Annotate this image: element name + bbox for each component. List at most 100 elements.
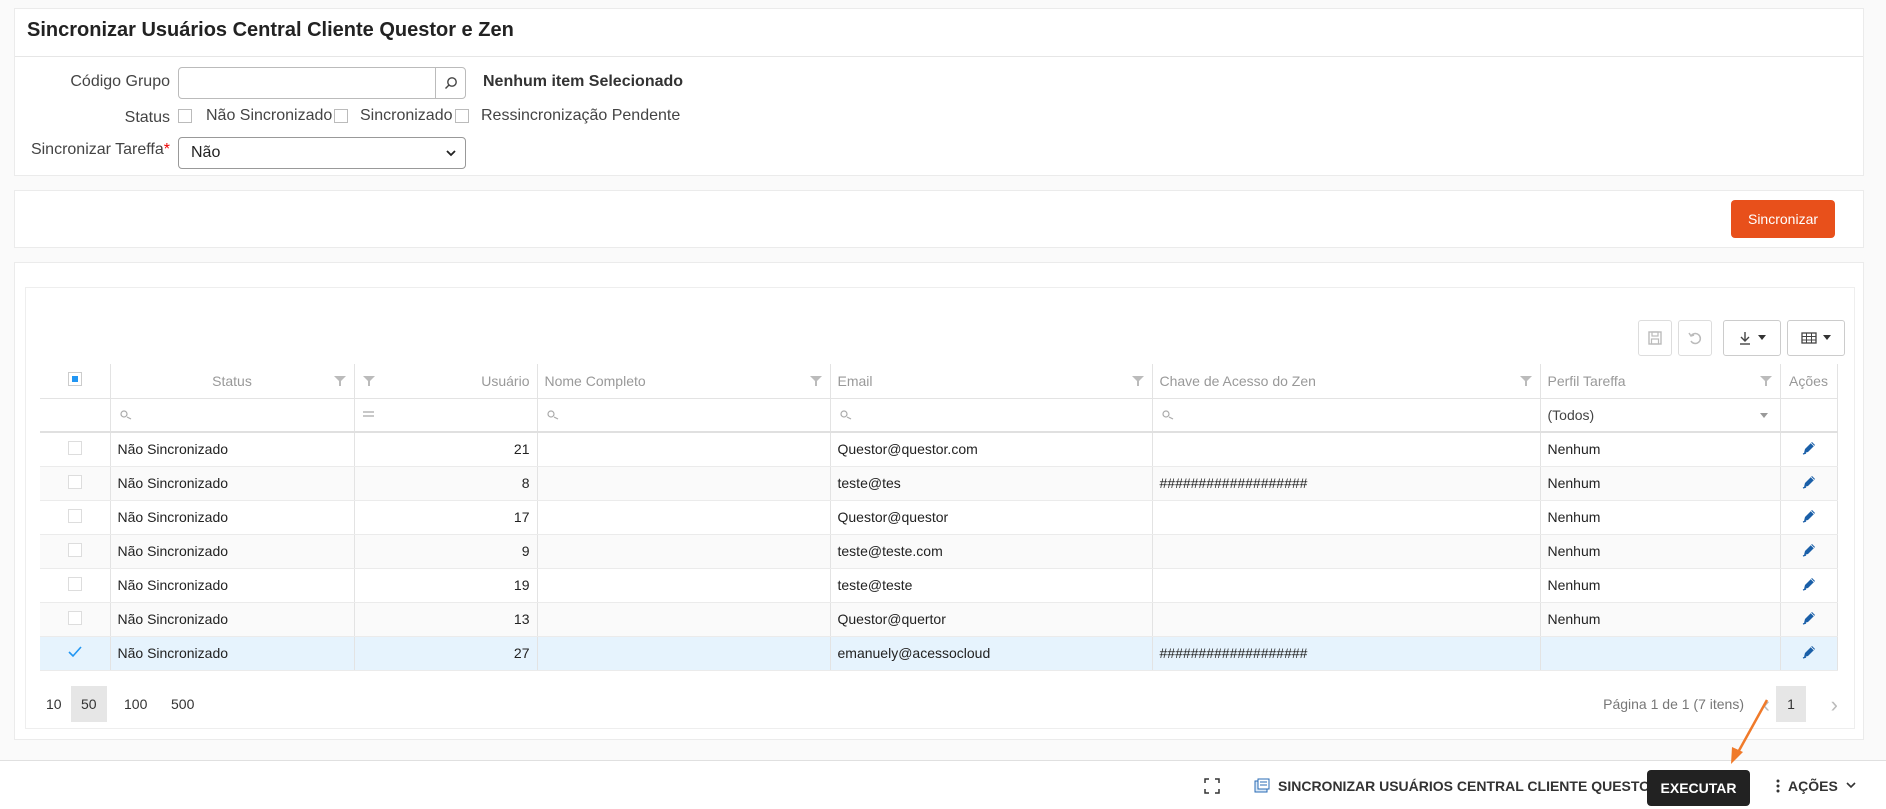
table-row[interactable]: Não Sincronizado 21 Questor@questor.com Nen… bbox=[40, 432, 1838, 467]
page-size-10[interactable]: 10 bbox=[36, 686, 72, 722]
cell-usuario: 27 bbox=[354, 636, 538, 671]
filter-cell-usuario[interactable] bbox=[354, 398, 538, 433]
status-option-ressincronizacao[interactable]: Ressincronização Pendente bbox=[455, 105, 680, 127]
edit-icon[interactable] bbox=[1801, 542, 1817, 558]
row-select-cell[interactable] bbox=[40, 432, 111, 467]
acoes-menu-button[interactable]: AÇÕES bbox=[1776, 761, 1856, 809]
select-all-checkbox[interactable] bbox=[67, 372, 82, 387]
filter-cell-status[interactable] bbox=[110, 398, 355, 433]
status-option-nao-sincronizado[interactable]: Não Sincronizado bbox=[178, 105, 332, 127]
filter-operator-icon[interactable] bbox=[118, 408, 132, 420]
cell-chave bbox=[1152, 534, 1541, 569]
row-select-cell[interactable] bbox=[40, 500, 111, 535]
page-size-50[interactable]: 50 bbox=[71, 686, 107, 722]
filter-icon[interactable] bbox=[1131, 375, 1144, 387]
next-page-icon[interactable]: › bbox=[1831, 692, 1838, 718]
column-header-nome-completo[interactable]: Nome Completo bbox=[537, 364, 831, 399]
codigo-grupo-description: Nenhum item Selecionado bbox=[483, 73, 684, 90]
cell-acoes bbox=[1780, 500, 1838, 535]
prev-page-icon[interactable]: ‹ bbox=[1763, 692, 1770, 718]
filter-cell-chave[interactable] bbox=[1152, 398, 1541, 433]
filter-cell-perfil[interactable]: (Todos) bbox=[1540, 398, 1781, 433]
page: Sincronizar Usuários Central Cliente Que… bbox=[0, 0, 1886, 760]
row-checkbox[interactable] bbox=[67, 474, 82, 489]
table-row[interactable]: Não Sincronizado 27 emanuely@acessocloud ##… bbox=[40, 636, 1838, 671]
filter-icon[interactable] bbox=[333, 375, 346, 387]
filter-cell-nome[interactable] bbox=[537, 398, 831, 433]
filter-cell-email[interactable] bbox=[830, 398, 1153, 433]
row-checkbox[interactable] bbox=[67, 542, 82, 557]
row-checkbox[interactable] bbox=[67, 508, 82, 523]
column-title: Perfil Tareffa bbox=[1547, 372, 1626, 389]
filter-icon[interactable] bbox=[1519, 375, 1532, 387]
undo-button[interactable] bbox=[1678, 320, 1712, 356]
cell-email: emanuely@acessocloud bbox=[830, 636, 1153, 671]
checkbox[interactable] bbox=[334, 109, 348, 123]
checkbox[interactable] bbox=[178, 109, 192, 123]
grid-card: Status Usuário Nome Completo Email Chave… bbox=[14, 262, 1864, 740]
filter-operator-icon[interactable] bbox=[545, 408, 559, 420]
row-select-cell[interactable] bbox=[40, 636, 111, 671]
save-button[interactable] bbox=[1638, 320, 1672, 356]
edit-icon[interactable] bbox=[1801, 474, 1817, 490]
sincronizar-tareffa-select[interactable]: Não bbox=[178, 137, 466, 169]
filter-operator-icon[interactable] bbox=[362, 408, 376, 420]
table-row[interactable]: Não Sincronizado 9 teste@teste.com Nenhum bbox=[40, 534, 1838, 569]
process-button[interactable]: SINCRONIZAR USUÁRIOS CENTRAL CLIENTE QUE… bbox=[1254, 761, 1660, 809]
checkbox[interactable] bbox=[455, 109, 469, 123]
row-select-cell[interactable] bbox=[40, 466, 111, 501]
edit-icon[interactable] bbox=[1801, 610, 1817, 626]
row-select-cell[interactable] bbox=[40, 534, 111, 569]
sincronizar-button[interactable]: Sincronizar bbox=[1731, 200, 1835, 238]
edit-icon[interactable] bbox=[1801, 644, 1817, 660]
page-size-500[interactable]: 500 bbox=[161, 686, 204, 722]
page-size-100[interactable]: 100 bbox=[114, 686, 157, 722]
table-row[interactable]: Não Sincronizado 17 Questor@questor Nenhum bbox=[40, 500, 1838, 535]
row-select-cell[interactable] bbox=[40, 568, 111, 603]
cell-status: Não Sincronizado bbox=[110, 534, 355, 569]
check-icon[interactable] bbox=[68, 646, 82, 658]
table-row[interactable]: Não Sincronizado 8 teste@tes ##############… bbox=[40, 466, 1838, 501]
filter-icon[interactable] bbox=[1759, 375, 1772, 387]
cell-chave bbox=[1152, 568, 1541, 603]
cell-acoes bbox=[1780, 432, 1838, 467]
row-checkbox[interactable] bbox=[67, 440, 82, 455]
fullscreen-button[interactable] bbox=[1204, 761, 1220, 809]
filter-icon[interactable] bbox=[362, 375, 375, 387]
row-select-cell[interactable] bbox=[40, 602, 111, 637]
filter-operator-icon[interactable] bbox=[838, 408, 852, 420]
column-header-usuario[interactable]: Usuário bbox=[354, 364, 538, 399]
row-checkbox[interactable] bbox=[67, 576, 82, 591]
select-all-cell[interactable] bbox=[40, 364, 111, 399]
executar-button[interactable]: EXECUTAR bbox=[1647, 770, 1750, 806]
edit-icon[interactable] bbox=[1801, 440, 1817, 456]
page-title: Sincronizar Usuários Central Cliente Que… bbox=[27, 19, 514, 41]
filter-operator-icon[interactable] bbox=[1160, 408, 1174, 420]
page-number-current[interactable]: 1 bbox=[1776, 686, 1806, 722]
column-header-chave[interactable]: Chave de Acesso do Zen bbox=[1152, 364, 1541, 399]
table-row[interactable]: Não Sincronizado 13 Questor@quertor Nenhum bbox=[40, 602, 1838, 637]
title-divider bbox=[15, 56, 1863, 57]
edit-icon[interactable] bbox=[1801, 576, 1817, 592]
column-title: Status bbox=[212, 372, 252, 389]
columns-button[interactable] bbox=[1787, 320, 1845, 356]
chevron-down-icon bbox=[1846, 782, 1856, 789]
row-checkbox[interactable] bbox=[67, 610, 82, 625]
cell-usuario: 8 bbox=[354, 466, 538, 501]
column-header-status[interactable]: Status bbox=[110, 364, 355, 399]
cell-email: Questor@questor bbox=[830, 500, 1153, 535]
filter-icon[interactable] bbox=[809, 375, 822, 387]
undo-icon bbox=[1688, 332, 1702, 345]
cell-status: Não Sincronizado bbox=[110, 432, 355, 467]
codigo-grupo-input[interactable] bbox=[178, 67, 466, 99]
lookup-search-button[interactable] bbox=[435, 68, 465, 98]
column-header-email[interactable]: Email bbox=[830, 364, 1153, 399]
users-grid: Status Usuário Nome Completo Email Chave… bbox=[40, 364, 1838, 671]
export-button[interactable] bbox=[1723, 320, 1781, 356]
edit-icon[interactable] bbox=[1801, 508, 1817, 524]
status-option-sincronizado[interactable]: Sincronizado bbox=[334, 105, 453, 127]
table-row[interactable]: Não Sincronizado 19 teste@teste Nenhum bbox=[40, 568, 1838, 603]
cell-email: teste@teste bbox=[830, 568, 1153, 603]
cell-status: Não Sincronizado bbox=[110, 602, 355, 637]
column-header-perfil[interactable]: Perfil Tareffa bbox=[1540, 364, 1781, 399]
